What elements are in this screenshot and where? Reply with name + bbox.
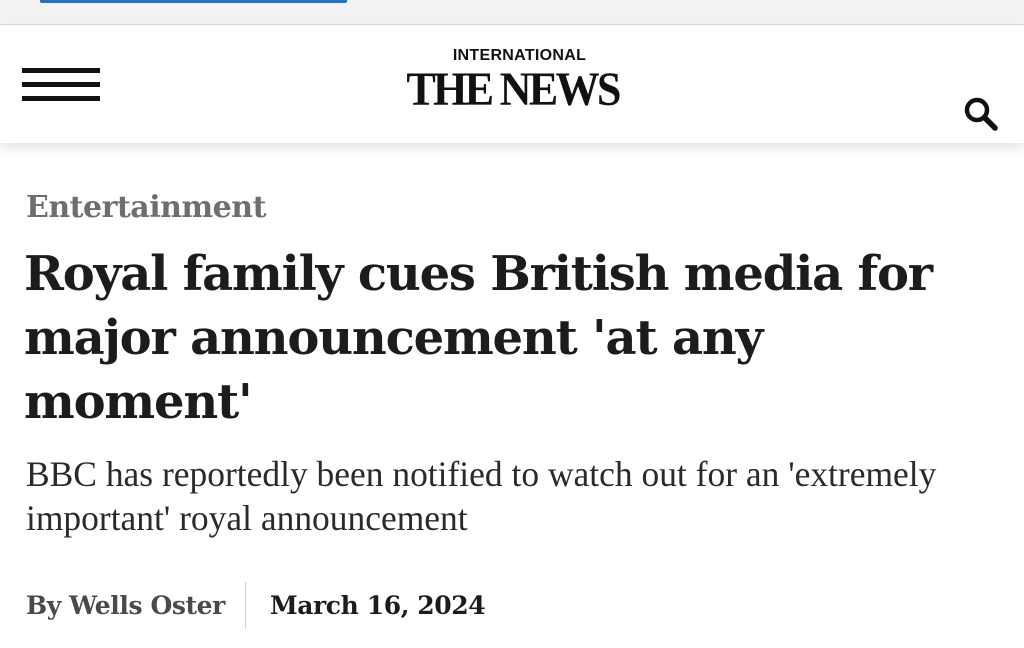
article-byline: By Wells Oster March 16, 2024	[26, 582, 486, 628]
publish-date: March 16, 2024	[269, 590, 486, 620]
article-category-link[interactable]: Entertainment	[26, 188, 266, 228]
search-button[interactable]	[962, 95, 1002, 135]
search-icon	[964, 97, 998, 131]
article-subheadline: BBC has reportedly been notified to watc…	[26, 454, 937, 538]
site-header: INTERNATIONAL THE NEWS	[0, 25, 1024, 143]
author-link[interactable]: By Wells Oster	[26, 591, 245, 620]
article-headline: Royal family cues British media for majo…	[24, 246, 933, 430]
top-strip	[0, 0, 1024, 25]
reading-progress-bar	[40, 0, 347, 3]
site-logo[interactable]: INTERNATIONAL THE NEWS	[390, 47, 635, 127]
hamburger-menu-button[interactable]	[22, 65, 102, 105]
logo-name-text: THE NEWS	[406, 63, 621, 116]
